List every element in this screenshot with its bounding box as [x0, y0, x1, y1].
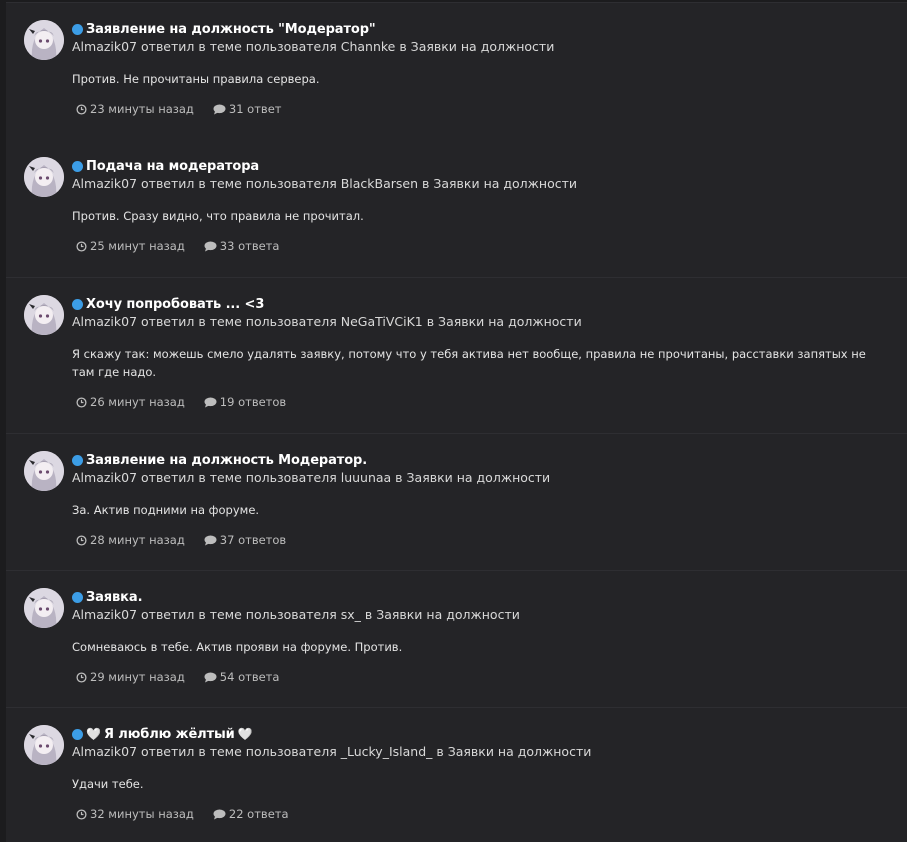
- avatar[interactable]: [24, 725, 64, 765]
- reply-count: 33 ответа: [204, 239, 279, 253]
- activity-meta: Almazik07 ответил в теме пользователя Ne…: [72, 314, 582, 329]
- post-snippet: Сомневаюсь в тебе. Актив прояви на форум…: [72, 640, 403, 654]
- avatar[interactable]: [24, 157, 64, 197]
- unread-indicator-icon: [72, 454, 83, 466]
- post-time[interactable]: 32 минуты назад: [76, 807, 194, 821]
- topic-title-link[interactable]: Заявление на должность "Модератор": [86, 22, 376, 37]
- post-snippet: Удачи тебе.: [72, 777, 144, 791]
- post-snippet: Против. Сразу видно, что правила не проч…: [72, 209, 364, 223]
- post-time[interactable]: 25 минут назад: [76, 239, 185, 253]
- comment-icon: [213, 104, 226, 115]
- unread-indicator-icon: [72, 160, 83, 172]
- avatar[interactable]: [24, 451, 64, 491]
- topic-title-link[interactable]: Я люблю жёлтый: [104, 727, 235, 742]
- reply-count: 19 ответов: [204, 395, 286, 409]
- list-item: Заявление на должность Модератор. Almazi…: [6, 434, 907, 571]
- clock-icon: [76, 534, 87, 546]
- comment-icon: [204, 672, 217, 683]
- post-time[interactable]: 23 минуты назад: [76, 102, 194, 116]
- activity-feed: Заявление на должность "Модератор" Almaz…: [0, 0, 907, 842]
- white-heart-icon: 🤍: [86, 727, 101, 741]
- activity-meta: Almazik07 ответил в теме пользователя _L…: [72, 744, 592, 759]
- post-snippet: Против. Не прочитаны правила сервера.: [72, 72, 320, 86]
- comment-icon: [204, 397, 217, 408]
- reply-count: 22 ответа: [213, 807, 289, 821]
- white-heart-icon: 🤍: [237, 727, 253, 741]
- avatar[interactable]: [24, 295, 64, 335]
- reply-count: 37 ответов: [204, 533, 286, 547]
- topic-title-link[interactable]: Хочу попробовать ... <3: [86, 297, 264, 312]
- avatar[interactable]: [24, 588, 64, 628]
- list-item: Заявка. Almazik07 ответил в теме пользов…: [6, 571, 907, 708]
- list-item: Подача на модератора Almazik07 ответил в…: [6, 140, 907, 278]
- comment-icon: [213, 809, 226, 820]
- unread-indicator-icon: [72, 591, 83, 603]
- topic-title-link[interactable]: Заявка.: [86, 590, 143, 605]
- list-item: Хочу попробовать ... <3 Almazik07 ответи…: [6, 278, 907, 434]
- clock-icon: [76, 103, 87, 115]
- clock-icon: [76, 240, 87, 252]
- activity-meta: Almazik07 ответил в теме пользователя lu…: [72, 470, 551, 485]
- list-item: 🤍 Я люблю жёлтый 🤍 Almazik07 ответил в т…: [6, 708, 907, 842]
- post-time[interactable]: 29 минут назад: [76, 670, 185, 684]
- list-item: Заявление на должность "Модератор" Almaz…: [6, 2, 907, 141]
- post-time[interactable]: 28 минут назад: [76, 533, 185, 547]
- unread-indicator-icon: [72, 728, 83, 740]
- topic-title-link[interactable]: Заявление на должность Модератор.: [86, 453, 367, 468]
- post-snippet: Я скажу так: можешь смело удалять заявку…: [72, 347, 866, 379]
- comment-icon: [204, 535, 217, 546]
- unread-indicator-icon: [72, 298, 83, 310]
- clock-icon: [76, 396, 87, 408]
- clock-icon: [76, 671, 87, 683]
- avatar[interactable]: [24, 20, 64, 60]
- topic-title-link[interactable]: Подача на модератора: [86, 159, 259, 174]
- post-snippet: За. Актив подними на форуме.: [72, 503, 260, 517]
- reply-count: 54 ответа: [204, 670, 279, 684]
- clock-icon: [76, 808, 87, 820]
- comment-icon: [204, 241, 217, 252]
- activity-meta: Almazik07 ответил в теме пользователя Ch…: [72, 39, 555, 54]
- unread-indicator-icon: [72, 23, 83, 35]
- post-time[interactable]: 26 минут назад: [76, 395, 185, 409]
- activity-meta: Almazik07 ответил в теме пользователя Bl…: [72, 176, 578, 191]
- activity-meta: Almazik07 ответил в теме пользователя sx…: [72, 607, 520, 622]
- reply-count: 31 ответ: [213, 102, 281, 116]
